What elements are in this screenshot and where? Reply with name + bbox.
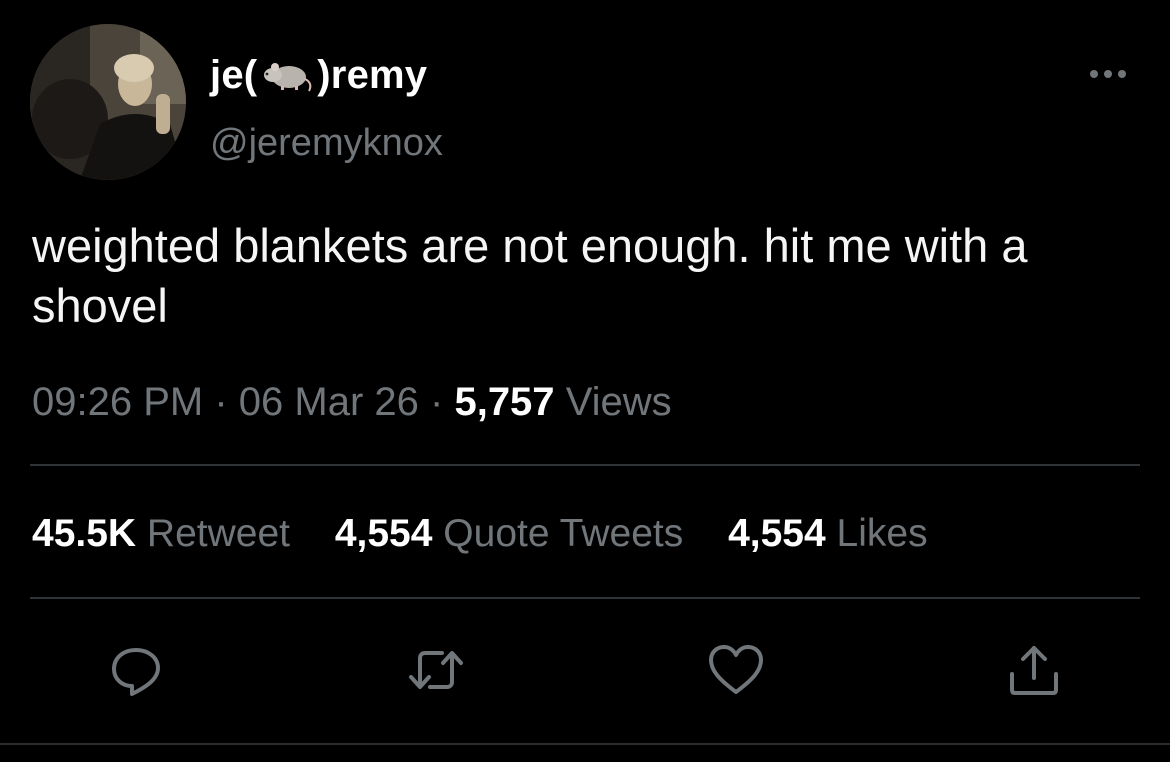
user-handle[interactable]: @jeremyknox: [210, 122, 443, 165]
views-count: 5,757: [454, 380, 555, 424]
tweet-date[interactable]: 06 Mar 26: [239, 380, 419, 424]
retweets-count: 45.5K: [32, 512, 137, 555]
display-name-prefix: je(: [210, 52, 258, 97]
display-name[interactable]: je( )remy: [210, 50, 427, 100]
avatar[interactable]: [30, 24, 186, 180]
tweet-detail: je( )remy @jeremyknox weighted blankets …: [0, 0, 1170, 762]
reply-button[interactable]: [106, 640, 166, 700]
retweets-label: Retweet: [146, 512, 290, 555]
tweet-time[interactable]: 09:26 PM: [32, 380, 203, 424]
meta-separator: ·: [214, 380, 239, 424]
quotes-stat[interactable]: 4,554 Quote Tweets: [335, 512, 694, 555]
divider: [30, 464, 1140, 466]
tweet-text: weighted blankets are not enough. hit me…: [32, 219, 1028, 332]
divider: [0, 743, 1170, 745]
divider: [30, 597, 1140, 599]
tweet-meta: 09:26 PM · 06 Mar 26 · 5,757 Views: [32, 380, 672, 425]
more-icon[interactable]: [1086, 62, 1130, 86]
quotes-label: Quote Tweets: [443, 512, 684, 555]
rat-icon: [259, 53, 315, 97]
engagement-stats: 45.5K Retweet 4,554 Quote Tweets 4,554 L…: [32, 512, 962, 556]
reply-icon: [112, 648, 160, 696]
like-button[interactable]: [706, 640, 766, 700]
retweet-button[interactable]: [406, 640, 466, 700]
share-button[interactable]: [1004, 640, 1064, 700]
share-icon: [1010, 646, 1058, 695]
views-label: Views: [565, 380, 672, 424]
meta-separator: ·: [430, 380, 455, 424]
quotes-count: 4,554: [334, 512, 433, 555]
retweet-icon: [409, 651, 463, 689]
likes-label: Likes: [836, 512, 928, 555]
likes-stat[interactable]: 4,554 Likes: [728, 512, 928, 555]
retweets-stat[interactable]: 45.5K Retweet: [32, 512, 301, 555]
heart-icon: [709, 645, 763, 694]
likes-count: 4,554: [728, 512, 826, 555]
display-name-suffix: )remy: [317, 52, 428, 97]
